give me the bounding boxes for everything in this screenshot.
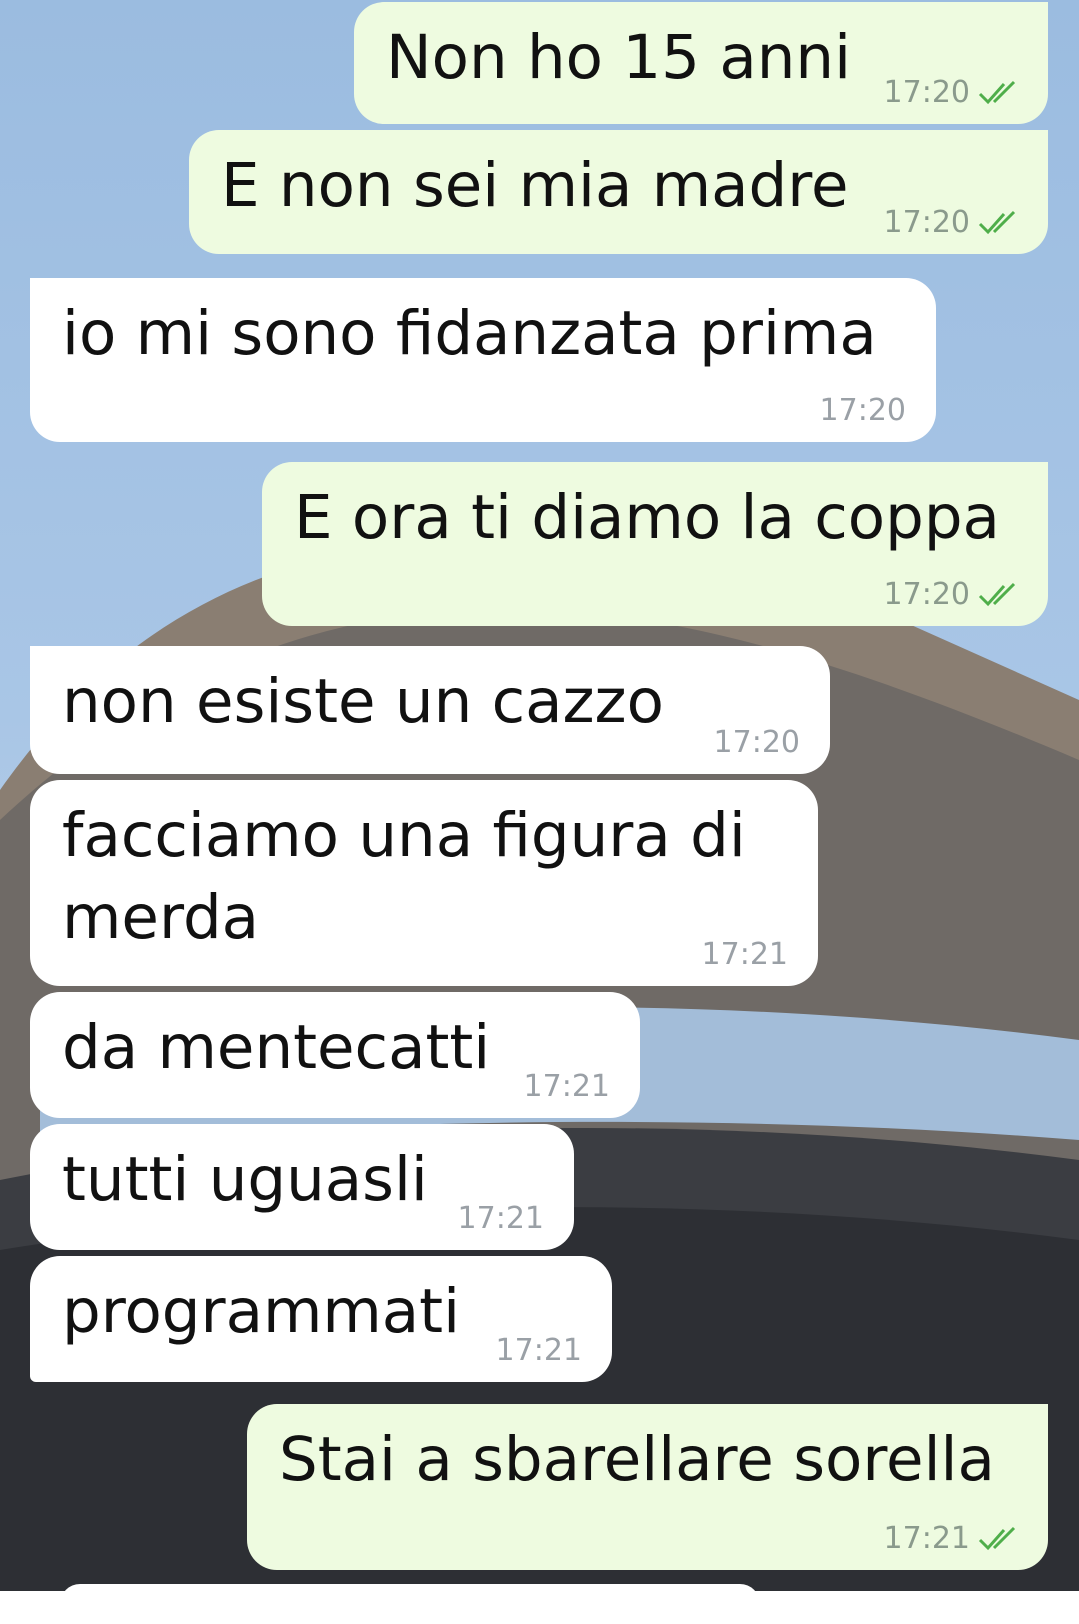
message-meta: 17:21 <box>524 1069 610 1104</box>
message-text: tutti uguasli <box>62 1144 428 1215</box>
message-meta: 17:20 <box>884 577 1022 612</box>
message-bubble-incoming[interactable]: da mentecatti 17:21 <box>30 992 640 1118</box>
message-meta: 17:20 <box>714 725 800 760</box>
double-check-icon <box>978 80 1022 106</box>
double-check-icon <box>978 582 1022 608</box>
message-text: Non ho 15 anni <box>386 22 852 93</box>
message-time: 17:21 <box>701 937 788 972</box>
message-bubble-incoming[interactable]: tutti uguasli 17:21 <box>30 1124 574 1250</box>
message-bubble-incoming[interactable]: programmati 17:21 <box>30 1256 612 1382</box>
message-text: programmati <box>62 1276 461 1347</box>
message-time: 17:21 <box>457 1201 544 1236</box>
message-text: Stai a sbarellare sorella <box>279 1424 995 1495</box>
message-meta: 17:21 <box>458 1201 544 1236</box>
message-meta: 17:20 <box>884 75 1022 110</box>
message-time: 17:21 <box>523 1069 610 1104</box>
message-bubble-outgoing[interactable]: Non ho 15 anni 17:20 <box>354 2 1048 124</box>
message-meta: 17:21 <box>884 1521 1022 1556</box>
message-time: 17:20 <box>883 205 970 240</box>
message-text: E ora ti diamo la coppa <box>294 482 1000 553</box>
message-text: non esiste un cazzo <box>62 666 664 737</box>
message-bubble-outgoing[interactable]: E non sei mia madre 17:20 <box>189 130 1048 254</box>
message-text-line-1: facciamo una figura di <box>62 800 746 871</box>
message-text: da mentecatti <box>62 1012 491 1083</box>
message-bubble-incoming[interactable]: io mi sono fidanzata prima 17:20 <box>30 278 936 442</box>
message-time: 17:20 <box>883 577 970 612</box>
message-time: 17:20 <box>713 725 800 760</box>
message-meta: 17:21 <box>702 937 788 972</box>
message-time: 17:20 <box>819 393 906 428</box>
message-meta: 17:20 <box>884 205 1022 240</box>
message-time: 17:20 <box>883 75 970 110</box>
message-meta: 17:20 <box>820 393 906 428</box>
message-bubble-outgoing[interactable]: E ora ti diamo la coppa 17:20 <box>262 462 1048 626</box>
message-text: E non sei mia madre <box>221 150 849 221</box>
message-bubble-incoming[interactable]: facciamo una figura di merda 17:21 <box>30 780 818 986</box>
double-check-icon <box>978 210 1022 236</box>
message-time: 17:21 <box>495 1333 582 1368</box>
message-bubble-incoming-partial <box>60 1584 760 1624</box>
message-text: io mi sono fidanzata prima <box>62 298 877 369</box>
message-bubble-outgoing[interactable]: Stai a sbarellare sorella 17:21 <box>247 1404 1048 1570</box>
message-meta: 17:21 <box>496 1333 582 1368</box>
message-bubble-incoming[interactable]: non esiste un cazzo 17:20 <box>30 646 830 774</box>
double-check-icon <box>978 1526 1022 1552</box>
message-text-line-2: merda <box>62 882 260 953</box>
message-time: 17:21 <box>883 1521 970 1556</box>
